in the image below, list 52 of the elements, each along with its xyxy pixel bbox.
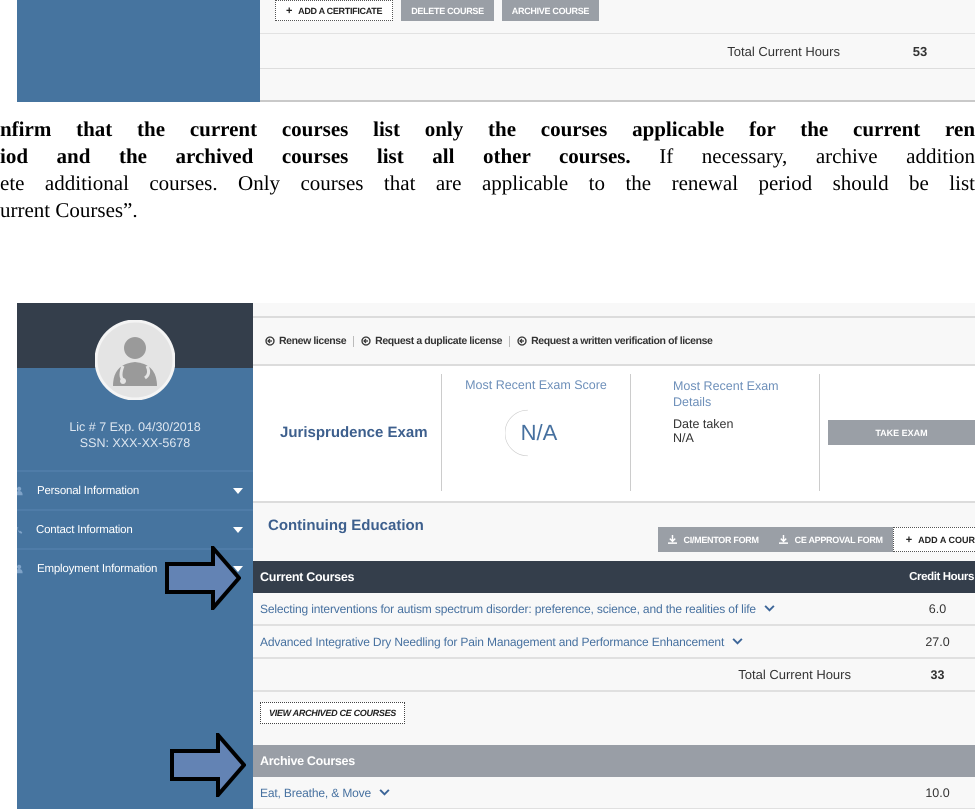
action-link[interactable]: Request a duplicate license (375, 335, 502, 347)
chevron-down-icon[interactable] (732, 638, 744, 645)
arrow-circle-icon (361, 336, 372, 346)
action-link[interactable]: Request a written verification of license (531, 335, 712, 347)
arrow-circle-icon (265, 336, 275, 346)
table-header: Current Courses (260, 570, 354, 584)
total-label: Total Current Hours (737, 667, 852, 682)
total-value: 33 (930, 668, 946, 682)
take-exam-button[interactable]: TAKE EXAM (828, 420, 975, 445)
course-link[interactable]: Advanced Integrative Dry Needling for Pain Management and Performance Enhancement (260, 634, 724, 648)
caret-icon[interactable] (233, 566, 243, 572)
instruction-line: iod and the archived courses list all other courses. If necessary, archive addition (0, 143, 975, 170)
instruction-line: urrent Courses”. (0, 197, 139, 224)
exam-title: Jurisprudence Exam (280, 424, 429, 441)
section-title: Continuing Education (267, 516, 424, 534)
details-label: Most Recent Exam Details (673, 378, 780, 410)
download-icon (778, 534, 788, 544)
menu-item[interactable]: Employment Information (37, 562, 158, 574)
view-archived-button[interactable]: VIEW ARCHIVED CE COURSES (260, 702, 405, 724)
form-download-button[interactable]: CI/MENTOR FORM (658, 527, 769, 552)
date-label: Date taken (673, 417, 734, 431)
table-header: Archive Courses (260, 754, 355, 768)
arrow-circle-icon (517, 336, 528, 346)
chevron-down-icon[interactable] (764, 605, 775, 612)
course-button[interactable]: + ADD A CERTIFICATE (275, 0, 394, 21)
form-download-button[interactable]: CE APPROVAL FORM (768, 527, 893, 552)
table-cell-text: 6.0 (928, 602, 948, 616)
course-button[interactable]: DELETE COURSE (401, 0, 494, 21)
instruction-line: nfirm that the current courses list only the courses applicable for the current ren (0, 116, 975, 143)
table-cell-text: 10.0 (924, 786, 951, 800)
course-link[interactable]: Selecting interventions for autism spectrum disorder: preference, science, and the realities of life (260, 602, 756, 616)
course-button[interactable]: ARCHIVE COURSE (502, 0, 600, 21)
score-label: Most Recent Exam Score (465, 378, 607, 392)
add-course-button[interactable]: + ADD A COUR (892, 527, 975, 552)
table-header: Credit Hours (909, 571, 975, 583)
avatar-icon (95, 320, 175, 400)
total-label: Total Current Hours (726, 44, 841, 58)
person-icon (17, 484, 24, 496)
menu-item[interactable]: Personal Information (37, 484, 140, 496)
total-value: 53 (912, 44, 928, 58)
ssn-text: SSN: XXX-XX-5678 (80, 436, 190, 450)
course-link[interactable]: Eat, Breathe, & Move (260, 786, 372, 800)
action-link[interactable]: Renew license (279, 335, 346, 347)
person-icon (17, 562, 24, 574)
date-value: N/A (673, 431, 695, 445)
chevron-down-icon[interactable] (379, 789, 390, 796)
instruction-line: ete additional courses. Only courses that are applicable to the renewal period should be list (0, 170, 975, 197)
menu-item[interactable]: Contact Information (36, 524, 133, 536)
license-text: Lic # 7 Exp. 04/30/2018 (69, 420, 201, 434)
score-value: N/A (520, 420, 558, 446)
table-cell-text: 27.0 (924, 634, 951, 648)
download-icon (668, 534, 677, 544)
